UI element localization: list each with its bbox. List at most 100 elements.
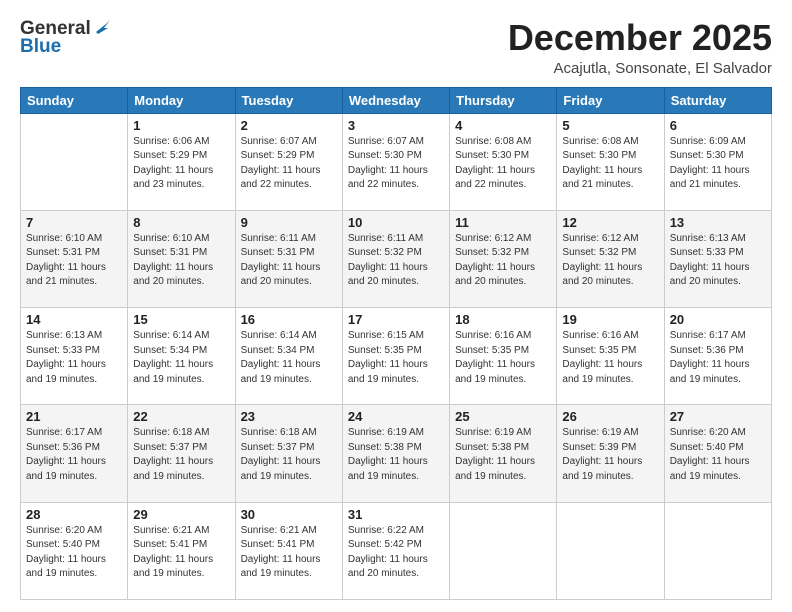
calendar-cell: 22 Sunrise: 6:18 AMSunset: 5:37 PMDayligh… <box>128 405 235 502</box>
calendar-cell: 16 Sunrise: 6:14 AMSunset: 5:34 PMDayligh… <box>235 308 342 405</box>
day-info: Sunrise: 6:11 AMSunset: 5:31 PMDaylight:… <box>241 232 337 290</box>
day-header-sunday: Sunday <box>21 87 128 113</box>
calendar-cell: 30 Sunrise: 6:21 AMSunset: 5:41 PMDayligh… <box>235 502 342 599</box>
calendar-cell: 15 Sunrise: 6:14 AMSunset: 5:34 PMDayligh… <box>128 308 235 405</box>
day-info: Sunrise: 6:15 AMSunset: 5:35 PMDaylight:… <box>348 329 444 387</box>
day-number: 7 <box>26 215 122 230</box>
day-info: Sunrise: 6:13 AMSunset: 5:33 PMDaylight:… <box>670 232 766 290</box>
calendar-cell: 5 Sunrise: 6:08 AMSunset: 5:30 PMDaylight… <box>557 113 664 210</box>
day-number: 6 <box>670 118 766 133</box>
day-info: Sunrise: 6:11 AMSunset: 5:32 PMDaylight:… <box>348 232 444 290</box>
day-info: Sunrise: 6:10 AMSunset: 5:31 PMDaylight:… <box>133 232 229 290</box>
calendar-cell: 21 Sunrise: 6:17 AMSunset: 5:36 PMDayligh… <box>21 405 128 502</box>
day-number: 17 <box>348 312 444 327</box>
calendar-cell: 2Sunrise: 6:07 AMSunset: 5:29 PMDaylight… <box>235 113 342 210</box>
calendar-cell: 3 Sunrise: 6:07 AMSunset: 5:30 PMDaylight… <box>342 113 449 210</box>
calendar-week-row: 14Sunrise: 6:13 AMSunset: 5:33 PMDayligh… <box>21 308 772 405</box>
day-header-wednesday: Wednesday <box>342 87 449 113</box>
month-title: December 2025 <box>508 18 772 58</box>
day-info: Sunrise: 6:20 AMSunset: 5:40 PMDaylight:… <box>670 426 766 484</box>
day-info: Sunrise: 6:19 AMSunset: 5:38 PMDaylight:… <box>348 426 444 484</box>
title-section: December 2025 Acajutla, Sonsonate, El Sa… <box>508 18 772 77</box>
day-number: 20 <box>670 312 766 327</box>
calendar-week-row: 21 Sunrise: 6:17 AMSunset: 5:36 PMDayligh… <box>21 405 772 502</box>
calendar-header-row: SundayMondayTuesdayWednesdayThursdayFrid… <box>21 87 772 113</box>
logo-blue-text: Blue <box>20 36 61 58</box>
day-number: 23 <box>241 409 337 424</box>
day-number: 13 <box>670 215 766 230</box>
day-info: Sunrise: 6:07 AMSunset: 5:29 PMDaylight:… <box>241 135 337 193</box>
calendar-cell: 7Sunrise: 6:10 AMSunset: 5:31 PMDaylight… <box>21 210 128 307</box>
calendar-cell: 23 Sunrise: 6:18 AMSunset: 5:37 PMDayligh… <box>235 405 342 502</box>
day-info: Sunrise: 6:19 AMSunset: 5:39 PMDaylight:… <box>562 426 658 484</box>
logo: General Blue <box>20 18 110 58</box>
day-info: Sunrise: 6:06 AMSunset: 5:29 PMDaylight:… <box>133 135 229 193</box>
calendar-cell: 29Sunrise: 6:21 AMSunset: 5:41 PMDayligh… <box>128 502 235 599</box>
day-info: Sunrise: 6:08 AMSunset: 5:30 PMDaylight:… <box>562 135 658 193</box>
day-number: 4 <box>455 118 551 133</box>
day-info: Sunrise: 6:14 AMSunset: 5:34 PMDaylight:… <box>133 329 229 387</box>
day-number: 15 <box>133 312 229 327</box>
day-info: Sunrise: 6:18 AMSunset: 5:37 PMDaylight:… <box>133 426 229 484</box>
day-info: Sunrise: 6:16 AMSunset: 5:35 PMDaylight:… <box>455 329 551 387</box>
calendar-cell: 14Sunrise: 6:13 AMSunset: 5:33 PMDayligh… <box>21 308 128 405</box>
day-header-monday: Monday <box>128 87 235 113</box>
day-info: Sunrise: 6:07 AMSunset: 5:30 PMDaylight:… <box>348 135 444 193</box>
calendar-cell: 8 Sunrise: 6:10 AMSunset: 5:31 PMDaylight… <box>128 210 235 307</box>
day-number: 16 <box>241 312 337 327</box>
day-number: 18 <box>455 312 551 327</box>
day-number: 27 <box>670 409 766 424</box>
calendar-cell: 17 Sunrise: 6:15 AMSunset: 5:35 PMDayligh… <box>342 308 449 405</box>
day-number: 30 <box>241 507 337 522</box>
calendar-cell: 13 Sunrise: 6:13 AMSunset: 5:33 PMDayligh… <box>664 210 771 307</box>
day-info: Sunrise: 6:17 AMSunset: 5:36 PMDaylight:… <box>26 426 122 484</box>
day-info: Sunrise: 6:19 AMSunset: 5:38 PMDaylight:… <box>455 426 551 484</box>
day-info: Sunrise: 6:14 AMSunset: 5:34 PMDaylight:… <box>241 329 337 387</box>
day-info: Sunrise: 6:17 AMSunset: 5:36 PMDaylight:… <box>670 329 766 387</box>
day-number: 22 <box>133 409 229 424</box>
day-info: Sunrise: 6:16 AMSunset: 5:35 PMDaylight:… <box>562 329 658 387</box>
calendar-week-row: 7 Sunrise: 6:10 AMSunset: 5:31 PMDaylight… <box>21 210 772 307</box>
day-number: 26 <box>562 409 658 424</box>
day-header-saturday: Saturday <box>664 87 771 113</box>
day-number: 10 <box>348 215 444 230</box>
calendar-cell: 10 Sunrise: 6:11 AMSunset: 5:32 PMDayligh… <box>342 210 449 307</box>
day-number: 3 <box>348 118 444 133</box>
day-info: Sunrise: 6:12 AMSunset: 5:32 PMDaylight:… <box>455 232 551 290</box>
location-subtitle: Acajutla, Sonsonate, El Salvador <box>508 60 772 77</box>
calendar-week-row: 1 Sunrise: 6:06 AMSunset: 5:29 PMDaylight… <box>21 113 772 210</box>
calendar-cell <box>450 502 557 599</box>
day-info: Sunrise: 6:22 AMSunset: 5:42 PMDaylight:… <box>348 524 444 582</box>
calendar-cell <box>664 502 771 599</box>
calendar-cell: 19Sunrise: 6:16 AMSunset: 5:35 PMDayligh… <box>557 308 664 405</box>
day-header-thursday: Thursday <box>450 87 557 113</box>
day-info: Sunrise: 6:21 AMSunset: 5:41 PMDaylight:… <box>241 524 337 582</box>
calendar-cell: 18 Sunrise: 6:16 AMSunset: 5:35 PMDayligh… <box>450 308 557 405</box>
day-number: 8 <box>133 215 229 230</box>
day-info: Sunrise: 6:09 AMSunset: 5:30 PMDaylight:… <box>670 135 766 193</box>
day-info: Sunrise: 6:08 AMSunset: 5:30 PMDaylight:… <box>455 135 551 193</box>
day-number: 5 <box>562 118 658 133</box>
logo-bird-icon <box>92 18 110 36</box>
calendar-cell: 28Sunrise: 6:20 AMSunset: 5:40 PMDayligh… <box>21 502 128 599</box>
day-number: 21 <box>26 409 122 424</box>
calendar-cell: 11Sunrise: 6:12 AMSunset: 5:32 PMDayligh… <box>450 210 557 307</box>
day-number: 1 <box>133 118 229 133</box>
day-number: 31 <box>348 507 444 522</box>
calendar-cell: 1 Sunrise: 6:06 AMSunset: 5:29 PMDaylight… <box>128 113 235 210</box>
calendar-cell: 27 Sunrise: 6:20 AMSunset: 5:40 PMDayligh… <box>664 405 771 502</box>
day-number: 14 <box>26 312 122 327</box>
calendar-table: SundayMondayTuesdayWednesdayThursdayFrid… <box>20 87 772 600</box>
calendar-cell: 24Sunrise: 6:19 AMSunset: 5:38 PMDayligh… <box>342 405 449 502</box>
calendar-cell: 6 Sunrise: 6:09 AMSunset: 5:30 PMDaylight… <box>664 113 771 210</box>
day-info: Sunrise: 6:12 AMSunset: 5:32 PMDaylight:… <box>562 232 658 290</box>
day-info: Sunrise: 6:18 AMSunset: 5:37 PMDaylight:… <box>241 426 337 484</box>
day-header-friday: Friday <box>557 87 664 113</box>
day-number: 25 <box>455 409 551 424</box>
calendar-cell <box>21 113 128 210</box>
calendar-cell: 26 Sunrise: 6:19 AMSunset: 5:39 PMDayligh… <box>557 405 664 502</box>
page: General Blue December 2025 Acajutla, Son… <box>0 0 792 612</box>
calendar-cell: 31 Sunrise: 6:22 AMSunset: 5:42 PMDayligh… <box>342 502 449 599</box>
calendar-cell: 4 Sunrise: 6:08 AMSunset: 5:30 PMDaylight… <box>450 113 557 210</box>
day-number: 12 <box>562 215 658 230</box>
